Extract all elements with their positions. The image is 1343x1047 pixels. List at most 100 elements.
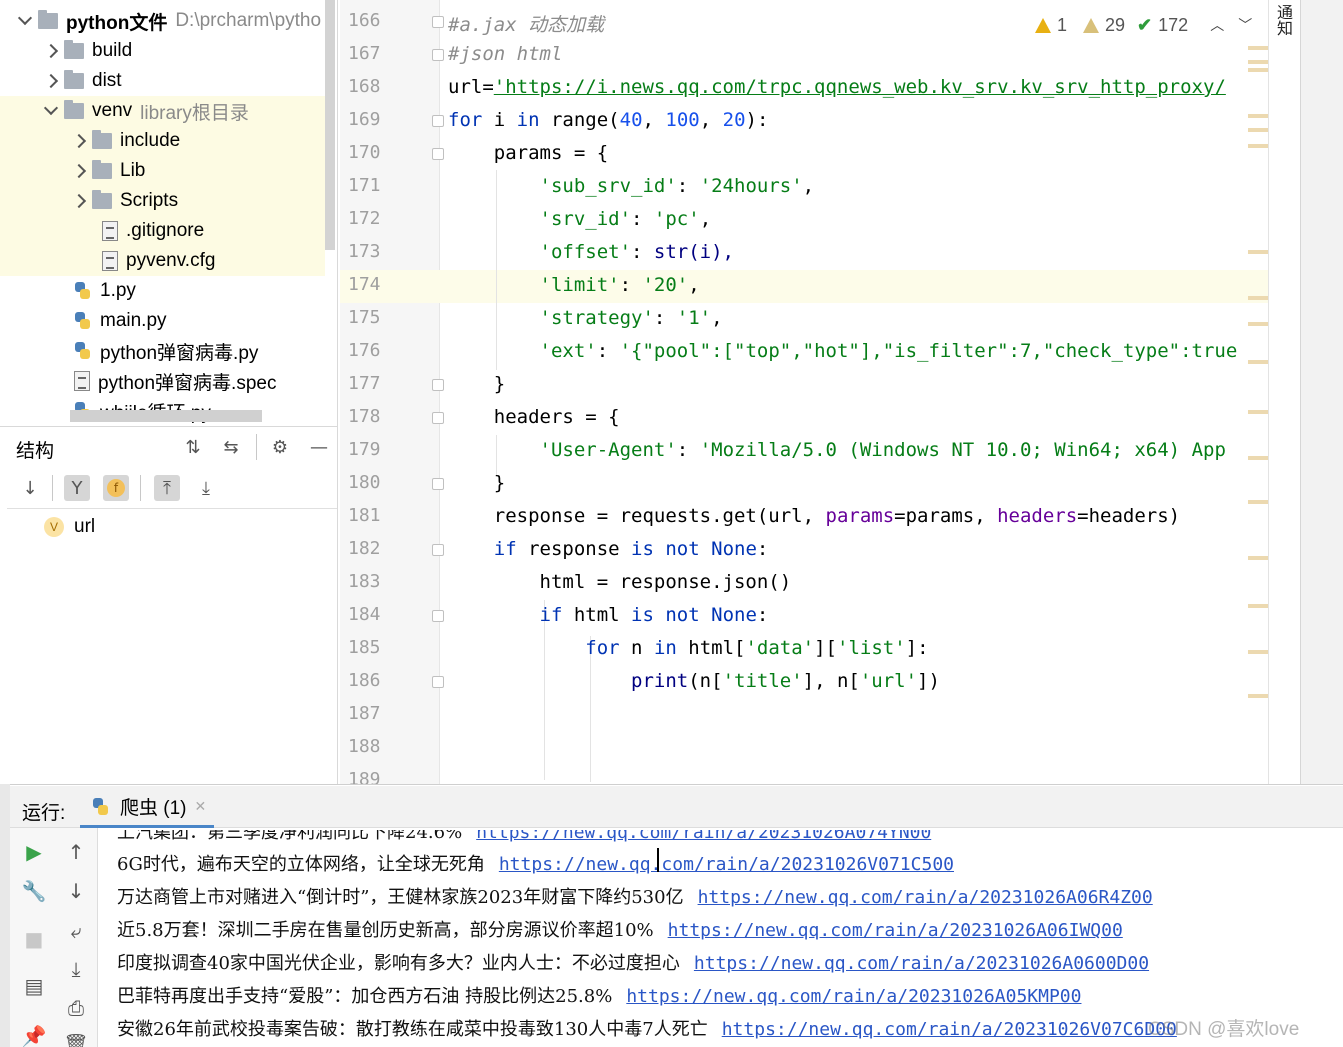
fold-marker-icon[interactable] bbox=[432, 16, 444, 28]
folder-icon bbox=[64, 70, 84, 89]
output-link[interactable]: https://new.qq.com/rain/a/20231026V071C5… bbox=[499, 854, 954, 875]
stripe-marker[interactable] bbox=[1248, 604, 1268, 608]
trash-icon[interactable]: 🗑 bbox=[62, 1030, 90, 1047]
chevron-right-icon[interactable] bbox=[72, 156, 84, 186]
tree-item-lib[interactable]: Lib bbox=[0, 156, 325, 186]
chevron-down-icon[interactable] bbox=[18, 6, 30, 36]
fold-marker-icon[interactable] bbox=[432, 544, 444, 556]
tree-item-1-py[interactable]: 1.py bbox=[0, 276, 325, 306]
print-icon[interactable]: ⎙ bbox=[62, 994, 90, 1022]
output-link[interactable]: https://new.qq.com/rain/a/20231026V07C6D… bbox=[722, 1019, 1177, 1040]
soft-wrap-icon[interactable]: ⤶ bbox=[62, 917, 90, 945]
stripe-marker[interactable] bbox=[1248, 500, 1268, 504]
pin-icon[interactable]: 📌 bbox=[20, 1022, 48, 1047]
tree-item-gitignore[interactable]: .gitignore bbox=[0, 216, 325, 246]
editor-error-stripe[interactable] bbox=[1268, 0, 1300, 784]
stop-icon[interactable]: ■ bbox=[20, 925, 48, 953]
run-tab[interactable]: 爬虫 (1) ✕ bbox=[80, 788, 214, 828]
fold-marker-icon[interactable] bbox=[432, 379, 444, 391]
output-link[interactable]: https://new.qq.com/rain/a/20231026A06IWQ… bbox=[668, 920, 1123, 941]
stripe-marker[interactable] bbox=[1248, 46, 1268, 50]
stripe-marker[interactable] bbox=[1248, 322, 1268, 326]
stripe-marker[interactable] bbox=[1248, 114, 1268, 118]
fold-marker-icon[interactable] bbox=[432, 49, 444, 61]
up-arrow-icon[interactable]: ↑ bbox=[62, 838, 90, 866]
code-token: 'Mozilla/5.0 (Windows NT 10.0; Win64; x6… bbox=[699, 439, 1226, 461]
output-link[interactable]: https://new.qq.com/rain/a/20231026A0600D… bbox=[694, 953, 1149, 974]
python-file-icon bbox=[74, 281, 92, 301]
output-line: 近5.8万套！深圳二手房在售量创历史新高，部分房源议价率超10% https://… bbox=[117, 916, 1123, 942]
stripe-marker[interactable] bbox=[1248, 650, 1268, 654]
tree-root[interactable]: python文件 D:\prcharm\pytho bbox=[0, 6, 325, 36]
code-token: ]: bbox=[905, 637, 929, 659]
chevron-right-icon[interactable] bbox=[72, 126, 84, 156]
tree-item-dist[interactable]: dist bbox=[0, 66, 325, 96]
chevron-right-icon[interactable] bbox=[72, 186, 84, 216]
tree-item-virus-spec[interactable]: python弹窗病毒.spec bbox=[0, 366, 325, 396]
line-number: 171 bbox=[348, 175, 381, 196]
tree-item-main-py[interactable]: main.py bbox=[0, 306, 325, 336]
stripe-marker[interactable] bbox=[1248, 296, 1268, 300]
code-token: =params, bbox=[894, 505, 998, 527]
tree-item-scripts[interactable]: Scripts bbox=[0, 186, 325, 216]
scroll-to-source-icon[interactable]: ⤒ bbox=[154, 475, 180, 501]
stripe-marker[interactable] bbox=[1248, 410, 1268, 414]
chevron-right-icon[interactable] bbox=[44, 36, 56, 66]
stripe-marker[interactable] bbox=[1248, 60, 1268, 64]
tree-horizontal-scrollbar[interactable] bbox=[70, 410, 262, 422]
minimize-icon[interactable]: — bbox=[306, 434, 332, 460]
sort-alpha-icon[interactable]: ↓ bbox=[17, 475, 43, 501]
fold-marker-icon[interactable] bbox=[432, 676, 444, 688]
fold-marker-icon[interactable] bbox=[432, 148, 444, 160]
scroll-from-source-icon[interactable]: ⤓ bbox=[193, 475, 219, 501]
stripe-marker[interactable] bbox=[1248, 360, 1268, 364]
layout-icon[interactable]: ▤ bbox=[20, 972, 48, 1000]
output-link[interactable]: https://new.qq.com/rain/a/20231026A05KMP… bbox=[626, 986, 1081, 1007]
show-inherited-icon[interactable]: Y bbox=[64, 475, 90, 501]
text-file-icon bbox=[102, 251, 118, 271]
fold-marker-icon[interactable] bbox=[432, 610, 444, 622]
output-text: 6G时代，遍布天空的立体网络，让全球无死角 bbox=[117, 854, 485, 875]
fold-marker-icon[interactable] bbox=[432, 478, 444, 490]
output-text: 巴菲特再度出手支持“爱股”：加仓西方石油 持股比例达25.8% bbox=[117, 986, 613, 1007]
down-arrow-icon[interactable]: ↓ bbox=[62, 877, 90, 905]
watermark: CSDN @喜欢love bbox=[1148, 1019, 1300, 1040]
chevron-right-icon[interactable] bbox=[44, 66, 56, 96]
tree-item-label: main.py bbox=[100, 310, 167, 331]
tree-scrollbar[interactable] bbox=[325, 0, 335, 250]
rerun-icon[interactable]: ▶ bbox=[20, 838, 48, 866]
close-icon[interactable]: ✕ bbox=[195, 798, 207, 815]
show-fields-icon[interactable]: f bbox=[103, 475, 129, 501]
stripe-marker[interactable] bbox=[1248, 456, 1268, 460]
output-line: 6G时代，遍布天空的立体网络，让全球无死角 https://new.qq.com/… bbox=[117, 850, 954, 876]
tree-item-venv[interactable]: venv library根目录 bbox=[0, 96, 325, 126]
wrench-icon[interactable]: 🔧 bbox=[20, 877, 48, 905]
code-token: '24hours' bbox=[699, 175, 803, 197]
scroll-to-end-icon[interactable]: ⤓ bbox=[62, 955, 90, 983]
code-line-175: 'strategy': '1', bbox=[539, 307, 723, 329]
stripe-marker[interactable] bbox=[1248, 144, 1268, 148]
output-link[interactable]: https://new.qq.com/rain/a/20231026A06R4Z… bbox=[698, 887, 1153, 908]
stripe-marker[interactable] bbox=[1248, 128, 1268, 132]
chevron-down-icon[interactable]: ﹀ bbox=[1238, 15, 1252, 35]
structure-item-url[interactable]: V url bbox=[44, 514, 95, 540]
notifications-tab[interactable]: 通知 bbox=[1272, 4, 1294, 36]
gear-icon[interactable]: ⚙ bbox=[267, 434, 293, 460]
collapse-all-icon[interactable]: ⇆ bbox=[218, 434, 244, 460]
fold-marker-icon[interactable] bbox=[432, 412, 444, 424]
stripe-marker[interactable] bbox=[1248, 694, 1268, 698]
stripe-marker[interactable] bbox=[1248, 68, 1268, 72]
inspection-widget[interactable]: 1 29 ✔ 172 ︿ ﹀ bbox=[1035, 12, 1252, 38]
tree-item-virus-py[interactable]: python弹窗病毒.py bbox=[0, 336, 325, 366]
stripe-marker[interactable] bbox=[1248, 556, 1268, 560]
tree-item-build[interactable]: build bbox=[0, 36, 325, 66]
code-url-string[interactable]: 'https://i.news.qq.com/trpc.qqnews_web.k… bbox=[494, 76, 1226, 98]
tree-item-pyvenv-cfg[interactable]: pyvenv.cfg bbox=[0, 246, 325, 276]
code-line-173: 'offset': str(i), bbox=[539, 241, 734, 263]
stripe-marker[interactable] bbox=[1248, 250, 1268, 254]
tree-item-include[interactable]: include bbox=[0, 126, 325, 156]
chevron-up-icon[interactable]: ︿ bbox=[1210, 15, 1224, 35]
fold-marker-icon[interactable] bbox=[432, 115, 444, 127]
expand-all-icon[interactable]: ⇅ bbox=[180, 434, 206, 460]
chevron-down-icon[interactable] bbox=[44, 96, 56, 126]
